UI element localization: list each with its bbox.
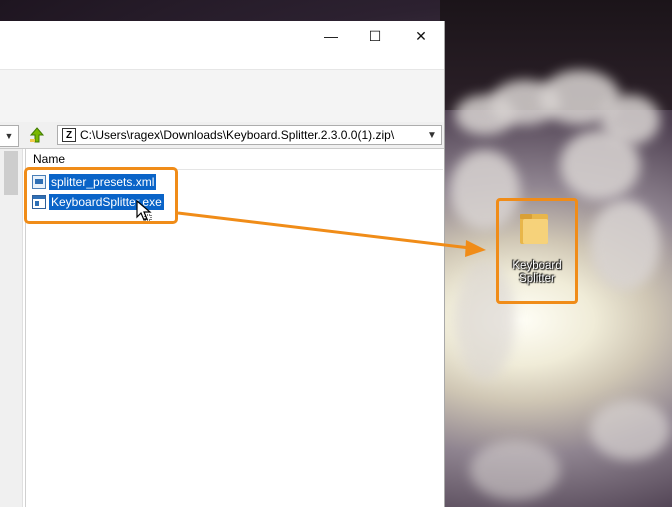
desktop-folder-label[interactable]: Keyboard Splitter <box>501 260 573 286</box>
mouse-pointer-icon <box>136 200 152 221</box>
up-arrow-icon <box>29 127 45 143</box>
folder-label-line: Splitter <box>519 273 555 285</box>
folder-label-line: Keyboard <box>512 260 562 272</box>
close-button[interactable]: ✕ <box>398 21 444 51</box>
scroll-thumb[interactable] <box>4 151 18 195</box>
close-icon: ✕ <box>415 27 427 44</box>
highlight-box-files <box>24 167 178 224</box>
path-input[interactable]: Z C:\Users\ragex\Downloads\Keyboard.Spli… <box>57 125 442 145</box>
title-bar: — ☐ ✕ <box>0 21 444 51</box>
toolbar <box>0 69 444 123</box>
cloud <box>590 200 660 290</box>
cloud <box>590 400 670 460</box>
maximize-icon: ☐ <box>368 27 382 44</box>
path-text: C:\Users\ragex\Downloads\Keyboard.Splitt… <box>80 128 395 142</box>
minimize-button[interactable]: — <box>308 21 354 51</box>
zip-archive-icon: Z <box>62 128 76 142</box>
cloud <box>560 130 640 200</box>
folder-icon[interactable] <box>518 210 550 246</box>
address-bar: ▼ Z C:\Users\ragex\Downloads\Keyboard.Sp… <box>0 122 444 149</box>
minimize-icon: — <box>324 28 338 44</box>
maximize-button[interactable]: ☐ <box>352 21 398 51</box>
up-folder-button[interactable] <box>26 125 48 145</box>
file-manager-window: — ☐ ✕ ▼ Z C:\Users\ragex\Downloads\Keybo… <box>0 21 445 507</box>
cloud <box>470 440 560 500</box>
chevron-down-icon[interactable]: ▼ <box>423 130 441 141</box>
column-header-label: Name <box>33 152 66 166</box>
chevron-down-icon[interactable]: ▼ <box>0 125 19 147</box>
left-scrollbar[interactable]: ▲ <box>0 149 23 507</box>
